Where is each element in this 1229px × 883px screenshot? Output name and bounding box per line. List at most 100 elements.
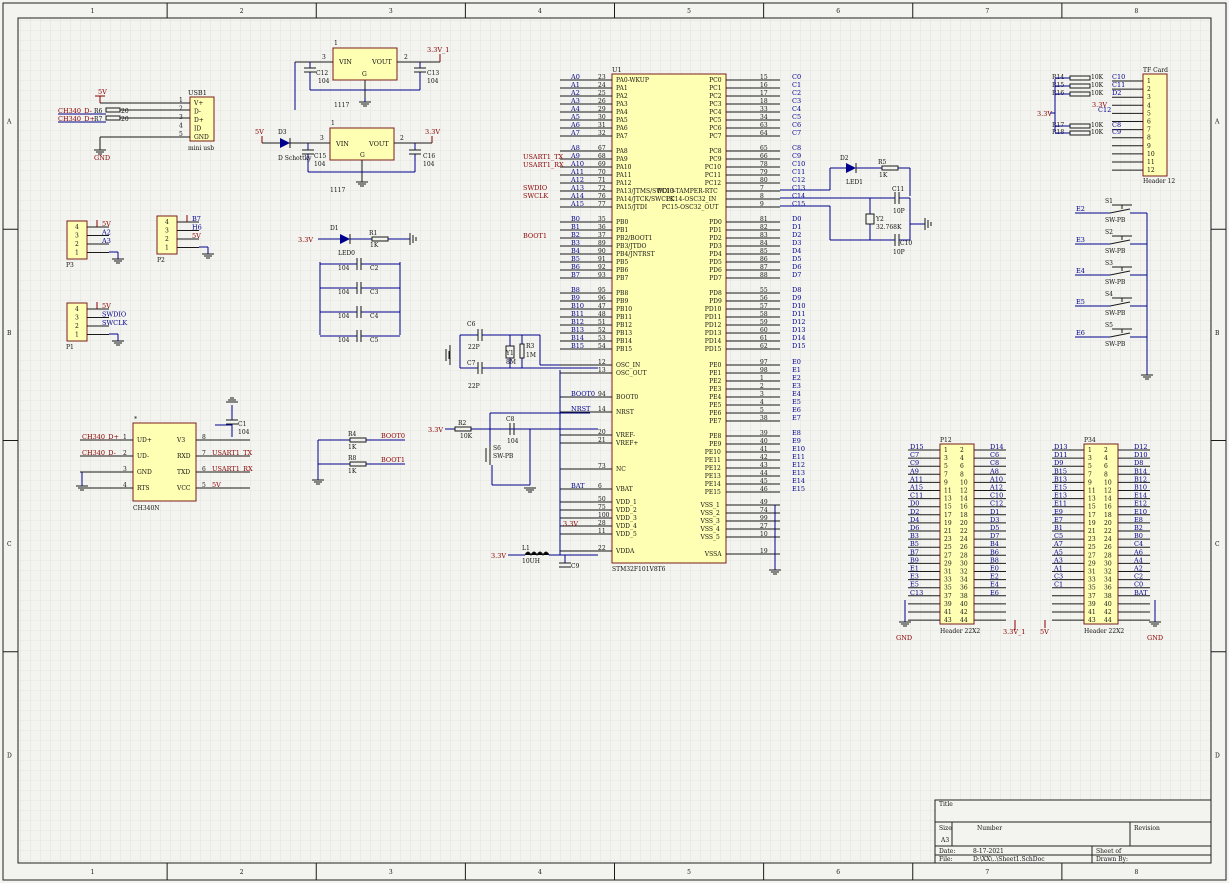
decap-value: 104 xyxy=(338,265,350,272)
header-net-label: E3 xyxy=(910,573,919,581)
mcu-pin-number: 99 xyxy=(760,515,768,522)
reg2-vout: VOUT xyxy=(368,140,389,148)
r4-value: 1K xyxy=(348,444,357,451)
switch-value: SW-PB xyxy=(1105,341,1126,348)
mcu-pin-number: 28 xyxy=(598,520,606,527)
header-pin-number: 37 xyxy=(944,593,952,600)
c8-label: C8 xyxy=(506,416,515,423)
tf-resistor-value: 10K xyxy=(1091,90,1104,97)
mcu-pin-name: PA6 xyxy=(616,125,628,132)
header-pin-number: 32 xyxy=(1104,569,1112,576)
usb-pin-name: ID xyxy=(194,126,201,133)
header-net-label: SWCLK xyxy=(102,319,127,327)
mcu-pin-number: 25 xyxy=(598,90,606,97)
mcu-pin-number: 42 xyxy=(760,454,768,461)
mcu-net-label: D6 xyxy=(792,263,801,271)
header-net-label: C7 xyxy=(910,451,919,459)
mcu-pin-number: 33 xyxy=(760,106,768,113)
mcu-net-label: B5 xyxy=(571,255,580,263)
switch-label: S3 xyxy=(1105,260,1113,267)
header-pin-number: 13 xyxy=(944,496,952,503)
header-pin-number: 32 xyxy=(960,569,968,576)
header-net-label: C5 xyxy=(1054,532,1063,540)
mcu-pin-number: 75 xyxy=(598,504,606,511)
mcu-pin-name: PB14 xyxy=(616,338,632,345)
c1-value: 104 xyxy=(238,429,250,436)
mcu-net-label: B11 xyxy=(571,310,584,318)
mcu-pin-number: 2 xyxy=(760,383,764,390)
mcu-net-label: B12 xyxy=(571,318,584,326)
mcu-net-label: B13 xyxy=(571,326,584,334)
header-pin-number: 5 xyxy=(944,463,948,470)
r3-label: R3 xyxy=(526,343,535,350)
s6-label: S6 xyxy=(493,445,501,452)
mcu-pin-name: PA8 xyxy=(616,148,628,155)
header-net-label: D2 xyxy=(910,508,919,516)
mcu-net-label: NRST xyxy=(571,405,591,413)
header-net-label: C8 xyxy=(990,459,999,467)
title-label: Title xyxy=(939,801,953,808)
c11-label: C11 xyxy=(892,186,904,193)
mcu-pin-number: 23 xyxy=(598,74,606,81)
usb-pin-name: D+ xyxy=(194,117,204,124)
c6-value: 22P xyxy=(468,344,480,351)
header-pin-number: 2 xyxy=(165,236,169,243)
p12-footer: Header 22X2 xyxy=(940,628,980,635)
reg2-pin-in: 3 xyxy=(320,135,324,142)
mcu-pin-name: PB1 xyxy=(616,227,628,234)
header-pin-number: 1 xyxy=(75,332,79,339)
mcu-pin-name: PA4 xyxy=(616,109,628,116)
header-net-label: E5 xyxy=(910,581,919,589)
mcu-net-label: A9 xyxy=(570,152,580,160)
mcu-net-label: C11 xyxy=(792,168,805,176)
mcu-net-label: BOOT0 xyxy=(571,390,595,398)
column-marker-bottom: 5 xyxy=(687,869,691,876)
mcu-pin-name: PC6 xyxy=(709,125,722,132)
header-net-label: B0 xyxy=(1134,532,1143,540)
c11-value: 10P xyxy=(893,208,905,215)
mcu-net-label: D9 xyxy=(792,294,801,302)
mcu-pin-name: PE11 xyxy=(705,457,721,464)
mcu-net-label: B6 xyxy=(571,263,580,271)
header-net-label: B7 xyxy=(192,215,201,223)
c16-label: C16 xyxy=(423,153,435,160)
mcu-pin-name: PC13-TAMPER-RTC xyxy=(658,188,719,195)
mcu-pin-name: VDD_1 xyxy=(615,499,637,506)
mcu-pin-number: 35 xyxy=(598,216,606,223)
header-net-label: C9 xyxy=(910,459,919,467)
ch340-part: CH340N xyxy=(133,505,160,512)
net-5v-in: 5V xyxy=(255,128,264,136)
mcu-pin-name: PA15/JTDI xyxy=(616,204,648,211)
decap-label: C4 xyxy=(370,313,379,320)
column-marker-top: 7 xyxy=(985,8,989,15)
header-pin-number: 41 xyxy=(944,609,952,616)
tf-vcc: 3.3V xyxy=(1037,110,1052,118)
mcu-net-label: A0 xyxy=(570,73,580,81)
mcu-net-label: C1 xyxy=(792,81,801,89)
header-pin-number: 15 xyxy=(1088,504,1096,511)
header-net-label: B1 xyxy=(1054,524,1063,532)
mcu-pin-name: PC15-OSC32_OUT xyxy=(662,204,719,211)
tf-pin-number: 3 xyxy=(1147,94,1151,101)
decap-value: 104 xyxy=(338,313,350,320)
mcu-pin-number: 43 xyxy=(760,462,768,469)
header-net-label: C13 xyxy=(910,589,923,597)
mcu-net-label: A13 xyxy=(570,184,584,192)
header-net-label: A10 xyxy=(989,475,1003,483)
c8-value: 104 xyxy=(507,438,519,445)
mcu-pin-name: PE7 xyxy=(709,418,721,425)
header-net-label: B3 xyxy=(910,532,919,540)
mcu-pin-number: 62 xyxy=(760,343,768,350)
header-pin-number: 3 xyxy=(165,228,169,235)
led0-net: 3.3V xyxy=(298,236,313,244)
header-net-label: B4 xyxy=(990,540,999,548)
header-pin-number: 15 xyxy=(944,504,952,511)
c7-value: 22P xyxy=(468,383,480,390)
column-marker-bottom: 4 xyxy=(538,869,542,876)
mcu-net-label: D13 xyxy=(792,326,805,334)
ch340-net-label: 5V xyxy=(212,481,221,489)
mcu-net-label: B4 xyxy=(571,247,580,255)
header-net-label: D14 xyxy=(990,443,1003,451)
header-pin-number: 36 xyxy=(960,585,968,592)
header-net-label: A3 xyxy=(1053,556,1063,564)
